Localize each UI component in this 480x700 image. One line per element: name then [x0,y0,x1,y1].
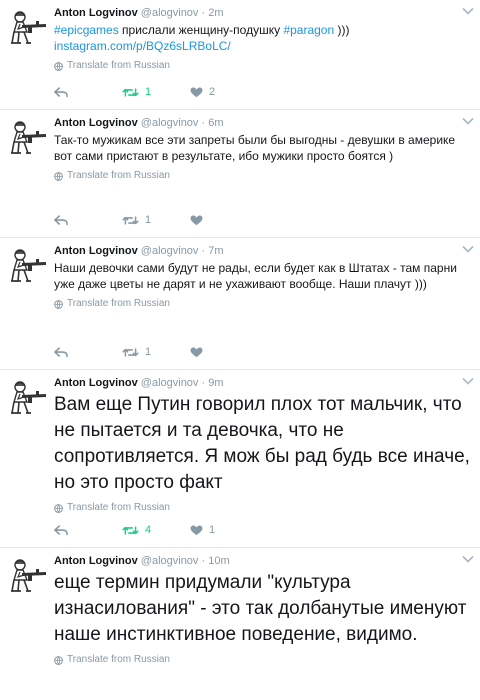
retweet-button[interactable]: 1 [122,86,182,98]
retweet-icon [122,525,139,536]
translate-link[interactable]: Translate from Russian [54,170,472,182]
globe-icon [54,504,63,513]
tweet-text: Так-то мужикам все эти запреты были бы в… [54,133,456,163]
tweet-actions: 1 [54,346,250,358]
retweet-count: 1 [145,86,152,98]
retweet-count: 1 [145,346,152,358]
heart-icon [190,525,203,536]
like-button[interactable]: 2 [190,86,250,98]
author-name[interactable]: Anton Logvinov [54,7,138,19]
reply-arrow-icon [54,347,68,358]
tweet-4[interactable]: Anton Logvinov @alogvinov · 9m Вам еще П… [0,370,480,548]
retweet-icon [122,347,139,358]
tweet-1[interactable]: Anton Logvinov @alogvinov · 2m #epicgame… [0,0,480,110]
author-handle[interactable]: @alogvinov [141,555,199,567]
author-name[interactable]: Anton Logvinov [54,117,138,129]
instagram-link[interactable]: instagram.com/p/BQz6sLRBoLC/ [54,39,231,53]
retweet-button[interactable]: 1 [122,346,182,358]
retweet-button[interactable]: 1 [122,214,182,226]
like-button[interactable]: 1 [190,524,250,536]
translate-label: Translate from Russian [67,60,170,71]
globe-icon [54,300,63,309]
tweet-text: Вам еще Путин говорил плох тот мальчик, … [54,394,470,493]
hashtag-link[interactable]: #paragon [283,23,334,37]
separator-dot: · [201,7,206,19]
avatar[interactable] [8,10,48,46]
tweet-5[interactable]: Anton Logvinov @alogvinov · 10m еще терм… [0,548,480,700]
separator-dot: · [201,377,206,389]
timestamp[interactable]: 10m [208,555,229,567]
avatar[interactable] [8,558,48,594]
translate-link[interactable]: Translate from Russian [54,654,472,666]
reply-button[interactable] [54,347,114,358]
translate-label: Translate from Russian [67,298,170,309]
avatar[interactable] [8,248,48,284]
translate-link[interactable]: Translate from Russian [54,502,472,514]
translate-link[interactable]: Translate from Russian [54,60,472,72]
tweet-2[interactable]: Anton Logvinov @alogvinov · 6m Так-то му… [0,110,480,238]
tweet-actions: 1 [54,214,250,226]
avatar[interactable] [8,120,48,156]
like-button[interactable] [190,215,250,226]
globe-icon [54,656,63,665]
tweet-text-segment: ))) [334,23,350,37]
tweet-3[interactable]: Anton Logvinov @alogvinov · 7m Наши дево… [0,238,480,370]
reply-arrow-icon [54,87,68,98]
author-name[interactable]: Anton Logvinov [54,245,138,257]
like-button[interactable] [190,347,250,358]
retweet-count: 4 [145,524,152,536]
tweet-text: Наши девочки сами будут не рады, если бу… [54,261,457,291]
avatar[interactable] [8,380,48,416]
heart-icon [190,215,203,226]
heart-icon [190,347,203,358]
translate-label: Translate from Russian [67,654,170,665]
separator-dot: · [201,117,206,129]
translate-label: Translate from Russian [67,170,170,181]
retweet-icon [122,87,139,98]
author-name[interactable]: Anton Logvinov [54,377,138,389]
reply-button[interactable] [54,525,114,536]
like-count: 1 [209,524,216,536]
separator-dot: · [201,555,206,567]
retweet-button[interactable]: 4 [122,524,182,536]
heart-icon [190,87,203,98]
retweet-count: 1 [145,214,152,226]
timestamp[interactable]: 7m [208,245,223,257]
retweet-icon [122,215,139,226]
author-handle[interactable]: @alogvinov [141,245,199,257]
timestamp[interactable]: 6m [208,117,223,129]
reply-button[interactable] [54,215,114,226]
author-handle[interactable]: @alogvinov [141,7,199,19]
globe-icon [54,62,63,71]
reply-arrow-icon [54,525,68,536]
tweet-text: #epicgames прислали женщину-подушку #par… [54,22,472,54]
separator-dot: · [201,245,206,257]
author-handle[interactable]: @alogvinov [141,377,199,389]
tweet-actions: 1 2 [54,86,250,98]
translate-label: Translate from Russian [67,502,170,513]
tweet-actions: 4 1 [54,524,250,536]
tweet-text: еще термин придумали "культура изнасилов… [54,572,467,645]
reply-button[interactable] [54,87,114,98]
hashtag-link[interactable]: #epicgames [54,23,119,37]
author-name[interactable]: Anton Logvinov [54,555,138,567]
globe-icon [54,172,63,181]
tweet-text-segment: прислали женщину-подушку [118,23,284,37]
translate-link[interactable]: Translate from Russian [54,298,472,310]
timestamp[interactable]: 2m [208,7,223,19]
timestamp[interactable]: 9m [208,377,223,389]
reply-arrow-icon [54,215,68,226]
like-count: 2 [209,86,216,98]
author-handle[interactable]: @alogvinov [141,117,199,129]
